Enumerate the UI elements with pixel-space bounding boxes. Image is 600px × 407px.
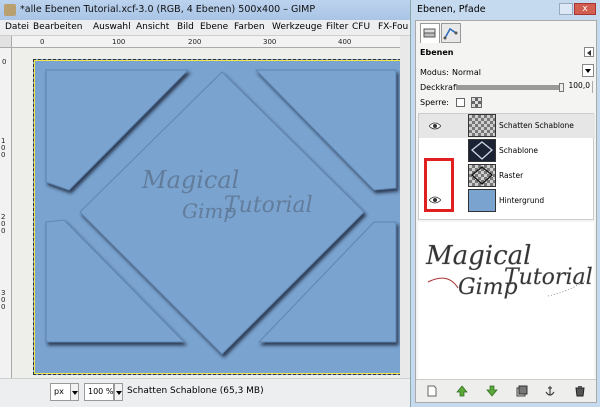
menu-fx-foundry[interactable]: FX-Fou bbox=[378, 22, 408, 32]
highlight-box bbox=[424, 158, 454, 212]
title-bar: *alle Ebenen Tutorial.xcf-3.0 (RGB, 4 Eb… bbox=[0, 0, 410, 20]
menu-bar: Datei Bearbeiten Auswahl Ansicht Bild Eb… bbox=[0, 20, 410, 36]
window-title: *alle Ebenen Tutorial.xcf-3.0 (RGB, 4 Eb… bbox=[20, 4, 316, 15]
ruler-tick-label: 0 bbox=[2, 58, 7, 66]
panel-menu-button[interactable] bbox=[584, 47, 594, 57]
anchor-layer-icon[interactable] bbox=[544, 385, 556, 397]
menu-bild[interactable]: Bild bbox=[177, 22, 194, 32]
diamond-icon bbox=[470, 141, 494, 160]
vertical-ruler[interactable]: 0 100 200 300 bbox=[0, 48, 12, 378]
paths-icon bbox=[443, 27, 458, 40]
eye-icon[interactable] bbox=[429, 122, 441, 130]
horizontal-ruler[interactable]: 0 100 200 300 400 bbox=[12, 36, 410, 48]
dock-body: Ebenen Modus: Normal Deckkraft: 100,0 Sp… bbox=[415, 20, 597, 403]
chevron-down-icon[interactable] bbox=[582, 64, 594, 77]
menu-ebene[interactable]: Ebene bbox=[200, 22, 228, 32]
opacity-slider-handle[interactable] bbox=[559, 83, 564, 92]
menu-farben[interactable]: Farben bbox=[234, 22, 265, 32]
duplicate-layer-icon[interactable] bbox=[516, 385, 528, 397]
canvas-area[interactable]: Magical Gimp Tutorial bbox=[12, 48, 411, 378]
lock-pixels-checkbox[interactable] bbox=[456, 98, 465, 107]
layers-toolbar bbox=[416, 379, 596, 402]
tab-layers[interactable] bbox=[420, 23, 440, 43]
layers-icon bbox=[423, 28, 436, 38]
layer-thumbnail bbox=[468, 114, 496, 137]
tab-paths[interactable] bbox=[441, 23, 461, 43]
layer-name: Raster bbox=[499, 171, 524, 180]
lower-layer-icon[interactable] bbox=[486, 385, 498, 397]
svg-text:Magical: Magical bbox=[141, 166, 239, 194]
opacity-slider-fill bbox=[457, 86, 563, 89]
layers-dock-window: Ebenen, Pfade x Ebenen Modus: Normal Dec… bbox=[410, 0, 600, 407]
menu-ansicht[interactable]: Ansicht bbox=[136, 22, 169, 32]
mode-select[interactable]: Normal bbox=[452, 68, 481, 77]
status-bar: px 100 % Schatten Schablone (65,3 MB) bbox=[0, 378, 410, 407]
bevel-pattern: Magical Gimp Tutorial bbox=[45, 69, 397, 355]
vertical-scrollbar[interactable] bbox=[400, 36, 410, 378]
ruler-tick-label: 300 bbox=[263, 38, 277, 46]
svg-text:Tutorial: Tutorial bbox=[224, 193, 313, 218]
layers-list[interactable]: Schatten Schablone Schablone Raster Hint… bbox=[418, 113, 595, 220]
menu-cfu[interactable]: CFU bbox=[352, 22, 370, 32]
gimp-app-icon bbox=[4, 4, 16, 16]
opacity-spinner[interactable] bbox=[592, 81, 597, 93]
ruler-tick-label: 400 bbox=[338, 38, 352, 46]
lock-label: Sperre: bbox=[420, 98, 449, 107]
menu-filter[interactable]: Filter bbox=[326, 22, 348, 32]
layer-thumbnail bbox=[468, 139, 496, 162]
layer-name: Hintergrund bbox=[499, 196, 545, 205]
layer-row[interactable]: Schatten Schablone bbox=[419, 114, 595, 138]
unit-select[interactable]: px bbox=[50, 383, 72, 401]
opacity-slider[interactable] bbox=[456, 83, 564, 92]
ruler-corner[interactable] bbox=[0, 36, 12, 48]
svg-text:Tutorial: Tutorial bbox=[504, 265, 593, 290]
menu-werkzeuge[interactable]: Werkzeuge bbox=[272, 22, 322, 32]
close-button[interactable]: x bbox=[574, 3, 596, 15]
layer-thumbnail bbox=[468, 189, 496, 212]
layer-name: Schatten Schablone bbox=[499, 121, 574, 130]
image-canvas[interactable]: Magical Gimp Tutorial bbox=[33, 59, 411, 375]
panel-title: Ebenen bbox=[420, 48, 454, 57]
chevron-down-icon[interactable] bbox=[70, 383, 79, 401]
layer-name: Schablone bbox=[499, 146, 539, 155]
layer-thumbnail bbox=[468, 164, 496, 187]
preview-watermark: Magical Gimp Tutorial bbox=[425, 241, 593, 300]
ruler-tick-label: 100 bbox=[1, 137, 6, 159]
minimize-button[interactable] bbox=[559, 3, 573, 15]
zoom-select[interactable]: 100 % bbox=[84, 383, 114, 401]
status-message: Schatten Schablone (65,3 MB) bbox=[127, 386, 264, 396]
mode-label: Modus: bbox=[420, 68, 449, 77]
lock-alpha-icon[interactable] bbox=[471, 97, 482, 108]
ruler-tick-label: 0 bbox=[40, 38, 45, 46]
ruler-tick-label: 200 bbox=[188, 38, 202, 46]
ruler-tick-label: 300 bbox=[1, 289, 6, 311]
new-layer-icon[interactable] bbox=[426, 385, 438, 397]
opacity-value[interactable]: 100,0 bbox=[566, 81, 592, 93]
ruler-tick-label: 200 bbox=[1, 213, 6, 235]
menu-datei[interactable]: Datei bbox=[5, 22, 29, 32]
menu-bearbeiten[interactable]: Bearbeiten bbox=[33, 22, 82, 32]
image-window: *alle Ebenen Tutorial.xcf-3.0 (RGB, 4 Eb… bbox=[0, 0, 411, 407]
dock-title: Ebenen, Pfade bbox=[417, 4, 486, 15]
image-preview: Magical Gimp Tutorial bbox=[418, 222, 594, 379]
raise-layer-icon[interactable] bbox=[456, 385, 468, 397]
diamond-icon bbox=[470, 166, 494, 185]
ruler-tick-label: 100 bbox=[112, 38, 126, 46]
delete-layer-icon[interactable] bbox=[574, 385, 586, 397]
chevron-down-icon[interactable] bbox=[114, 383, 123, 401]
menu-auswahl[interactable]: Auswahl bbox=[93, 22, 131, 32]
